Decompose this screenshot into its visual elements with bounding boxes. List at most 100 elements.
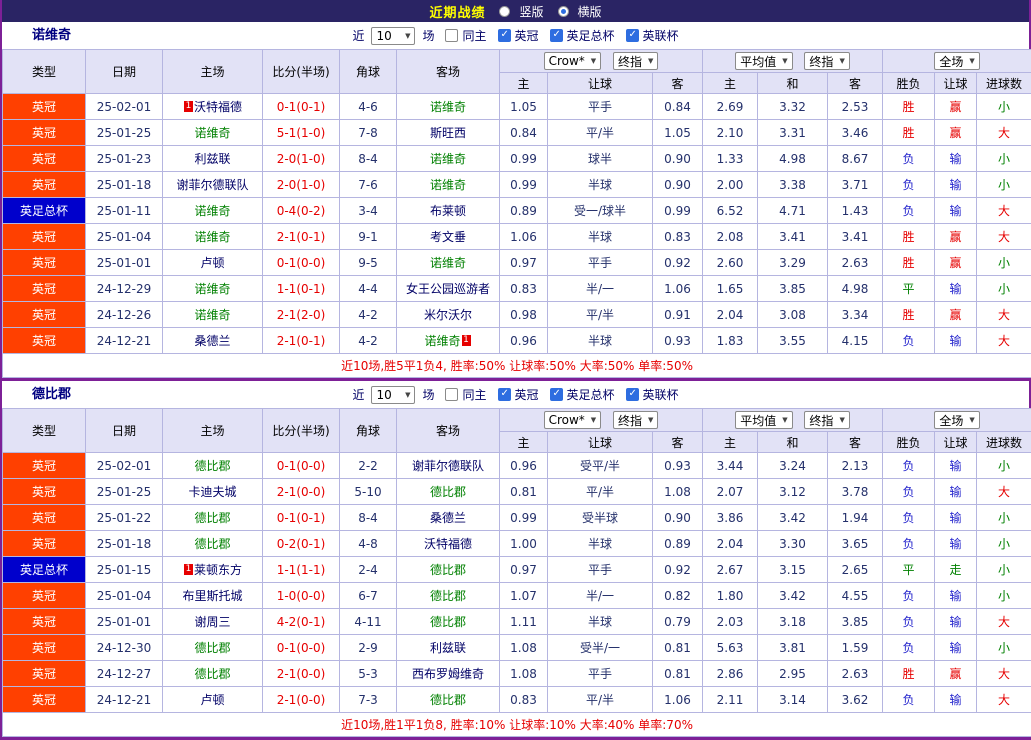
team-name-link[interactable]: 谢菲尔德联队 <box>412 459 484 473</box>
fa-cup-checkbox[interactable] <box>550 388 563 401</box>
bookmaker-select[interactable]: Crow*▼ <box>544 52 602 70</box>
chevron-down-icon: ▼ <box>782 416 787 424</box>
team-name-link[interactable]: 诺维奇 <box>194 308 230 322</box>
final-odds-select[interactable]: 终指▼ <box>804 52 849 70</box>
team-name-link[interactable]: 诺维奇 <box>430 178 466 192</box>
select-value: 终指 <box>809 53 833 70</box>
team-name-link[interactable]: 德比郡 <box>194 537 230 551</box>
result-wdl: 胜 <box>883 224 935 250</box>
crow-away-odds: 1.05 <box>653 120 703 146</box>
match-row: 英冠25-02-01德比郡0-1(0-0)2-2谢菲尔德联队0.96受平/半0.… <box>3 453 1031 479</box>
vertical-layout-label[interactable]: 竖版 <box>519 3 543 20</box>
team-name-link[interactable]: 卢顿 <box>200 693 224 707</box>
team-name-link[interactable]: 诺维奇 <box>194 204 230 218</box>
vertical-layout-radio[interactable] <box>499 6 510 17</box>
team-name-link[interactable]: 诺维奇 <box>194 230 230 244</box>
crow-home-odds: 0.99 <box>500 505 548 531</box>
team-name-link[interactable]: 莱顿东方 <box>194 563 242 577</box>
championship-checkbox[interactable] <box>498 29 511 42</box>
bookmaker-select[interactable]: Crow*▼ <box>544 411 602 429</box>
avg-home-odds: 2.86 <box>703 661 758 687</box>
horizontal-layout-radio[interactable] <box>558 6 569 17</box>
fa-cup-checkbox[interactable] <box>550 29 563 42</box>
average-odds-group: 平均值 ▼ 终指▼ <box>703 50 883 73</box>
final-odds-select[interactable]: 终指▼ <box>613 52 658 70</box>
select-value: 平均值 <box>740 53 776 70</box>
team-name-link[interactable]: 布莱顿 <box>430 204 466 218</box>
rounds-select[interactable]: 10▼ <box>371 386 415 404</box>
team-name-link[interactable]: 考文垂 <box>430 230 466 244</box>
team-name-link[interactable]: 桑德兰 <box>194 334 230 348</box>
team-name-link[interactable]: 斯旺西 <box>430 126 466 140</box>
crow-away-header: 客 <box>653 432 703 453</box>
avg-draw-odds: 3.29 <box>758 250 828 276</box>
team-name-link[interactable]: 诺维奇 <box>430 100 466 114</box>
team-name-link[interactable]: 利兹联 <box>194 152 230 166</box>
team-name-link[interactable]: 诺维奇 <box>194 282 230 296</box>
competition-type: 英冠 <box>3 661 86 687</box>
chevron-down-icon: ▼ <box>969 57 974 65</box>
team-name-link[interactable]: 德比郡 <box>430 589 466 603</box>
avg-home-odds: 1.65 <box>703 276 758 302</box>
team-name-link[interactable]: 德比郡 <box>430 615 466 629</box>
team-name-link[interactable]: 米尔沃尔 <box>424 308 472 322</box>
team-name-link[interactable]: 诺维奇 <box>424 334 460 348</box>
championship-checkbox[interactable] <box>498 388 511 401</box>
col-away: 客场 <box>397 50 500 94</box>
home-team-cell: 1沃特福德 <box>163 94 263 120</box>
match-row: 英冠25-01-23利兹联2-0(1-0)8-4诺维奇0.99球半0.901.3… <box>3 146 1031 172</box>
team-name-link[interactable]: 卡迪夫城 <box>188 485 236 499</box>
team-name-link[interactable]: 西布罗姆维奇 <box>412 667 484 681</box>
final-odds-select[interactable]: 终指▼ <box>804 411 849 429</box>
same-home-checkbox[interactable] <box>445 388 458 401</box>
team-name-link[interactable]: 利兹联 <box>430 641 466 655</box>
team-name-link[interactable]: 桑德兰 <box>430 511 466 525</box>
team-name-link[interactable]: 德比郡 <box>430 693 466 707</box>
chevron-down-icon: ▼ <box>782 57 787 65</box>
avg-away-odds: 8.67 <box>828 146 883 172</box>
fulltime-select[interactable]: 全场▼ <box>934 52 979 70</box>
team-name-link[interactable]: 沃特福德 <box>194 100 242 114</box>
result-goals: 大 <box>977 609 1031 635</box>
rounds-select[interactable]: 10▼ <box>371 27 415 45</box>
crow-handicap: 平手 <box>548 250 653 276</box>
fulltime-select[interactable]: 全场▼ <box>934 411 979 429</box>
average-select[interactable]: 平均值 ▼ <box>735 52 792 70</box>
team-name-link[interactable]: 德比郡 <box>194 459 230 473</box>
avg-draw-odds: 3.30 <box>758 531 828 557</box>
team-name-link[interactable]: 谢周三 <box>194 615 230 629</box>
team-name-link[interactable]: 诺维奇 <box>430 152 466 166</box>
avg-away-odds: 4.55 <box>828 583 883 609</box>
team-name-link[interactable]: 诺维奇 <box>194 126 230 140</box>
final-odds-select[interactable]: 终指▼ <box>613 411 658 429</box>
average-select[interactable]: 平均值▼ <box>735 411 792 429</box>
team-name-link[interactable]: 德比郡 <box>194 641 230 655</box>
efl-cup-checkbox[interactable] <box>626 29 639 42</box>
home-team-cell: 谢周三 <box>163 609 263 635</box>
corners: 4-8 <box>340 531 397 557</box>
team-name-link[interactable]: 谢菲尔德联队 <box>176 178 248 192</box>
team-name-link[interactable]: 德比郡 <box>194 511 230 525</box>
team-name-link[interactable]: 布里斯托城 <box>182 589 242 603</box>
horizontal-layout-label[interactable]: 横版 <box>578 3 602 20</box>
same-home-checkbox[interactable] <box>445 29 458 42</box>
team-name-link[interactable]: 沃特福德 <box>424 537 472 551</box>
team-name-link[interactable]: 德比郡 <box>194 667 230 681</box>
select-value: Crow* <box>549 413 585 427</box>
team-name-link[interactable]: 诺维奇 <box>430 256 466 270</box>
avg-draw-odds: 3.55 <box>758 328 828 354</box>
results-table: 类型 日期 主场 比分(半场) 角球 客场 Crow*▼ 终指▼ 平均值▼ 终指… <box>2 49 1031 378</box>
crow-handicap: 半球 <box>548 224 653 250</box>
team-name-link[interactable]: 德比郡 <box>430 485 466 499</box>
efl-cup-checkbox[interactable] <box>626 388 639 401</box>
competition-type: 英足总杯 <box>3 198 86 224</box>
team-name-link[interactable]: 德比郡 <box>430 563 466 577</box>
team-name-link[interactable]: 女王公园巡游者 <box>406 282 490 296</box>
crow-away-odds: 0.90 <box>653 172 703 198</box>
competition-type: 英冠 <box>3 172 86 198</box>
crow-handicap: 受半/一 <box>548 635 653 661</box>
avg-away-odds: 3.34 <box>828 302 883 328</box>
team-name-link[interactable]: 卢顿 <box>200 256 224 270</box>
away-team-cell: 诺维奇 <box>397 146 500 172</box>
score-halftime: 4-2(0-1) <box>263 609 340 635</box>
